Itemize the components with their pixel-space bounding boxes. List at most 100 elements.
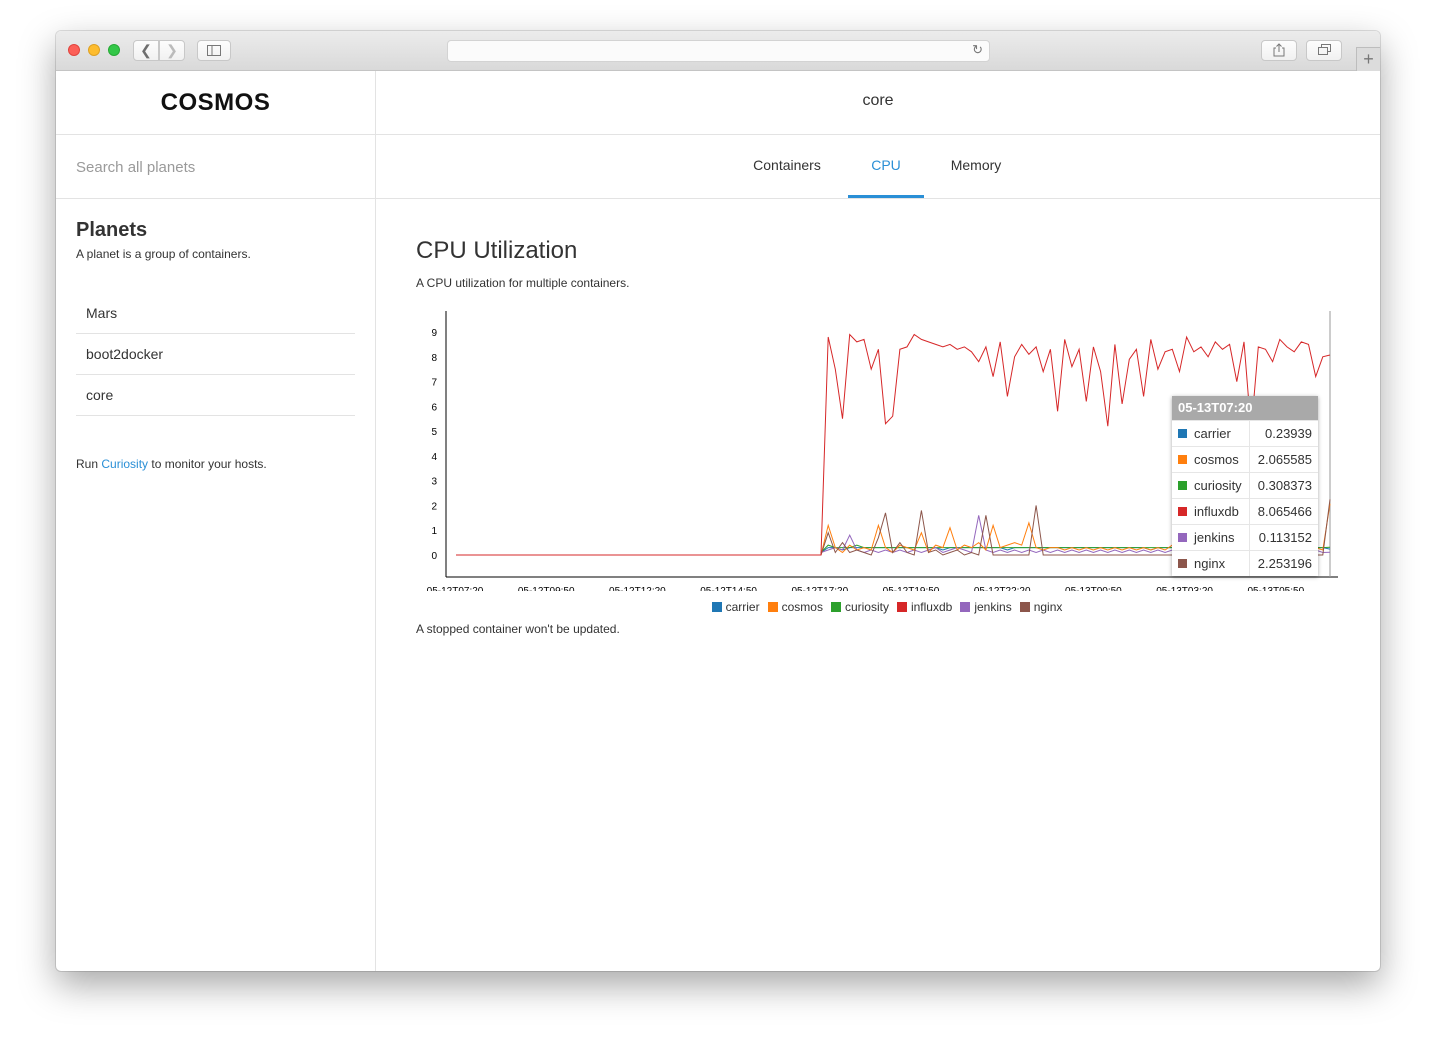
tab-cpu[interactable]: CPU xyxy=(848,135,924,198)
x-tick-label: 05-12T07:20 xyxy=(427,586,484,591)
x-tick-label: 05-12T14:50 xyxy=(700,586,757,591)
y-tick-label: 6 xyxy=(431,402,437,413)
y-tick-label: 7 xyxy=(431,378,437,389)
curiosity-link[interactable]: Curiosity xyxy=(101,457,148,471)
curiosity-note-suffix: to monitor your hosts. xyxy=(148,457,267,471)
page-title: CPU Utilization xyxy=(416,237,578,264)
tooltip-series-value: 0.113152 xyxy=(1258,530,1312,545)
series-swatch xyxy=(1178,507,1187,516)
curiosity-note-prefix: Run xyxy=(76,457,102,471)
series-swatch xyxy=(1178,455,1187,464)
x-tick-label: 05-12T19:50 xyxy=(883,586,940,591)
tab-memory[interactable]: Memory xyxy=(936,135,1016,198)
tooltip-title: 05-13T07:20 xyxy=(1172,396,1318,420)
legend-swatch xyxy=(830,602,841,612)
legend-label: carrier xyxy=(725,600,760,614)
y-tick-label: 1 xyxy=(431,526,437,537)
legend-swatch xyxy=(1019,602,1030,612)
sidebar-toggle-icon[interactable] xyxy=(197,40,231,61)
y-tick-label: 3 xyxy=(431,477,437,488)
share-icon[interactable] xyxy=(1261,40,1297,61)
sidebar: COSMOS Planets A planet is a group of co… xyxy=(56,71,376,971)
close-window-button[interactable] xyxy=(68,44,80,56)
legend-label: curiosity xyxy=(844,600,889,614)
x-tick-label: 05-13T05:50 xyxy=(1247,586,1304,591)
x-tick-label: 05-13T03:20 xyxy=(1156,586,1213,591)
current-planet-title: core xyxy=(376,71,1380,135)
minimize-window-button[interactable] xyxy=(88,44,100,56)
y-tick-label: 5 xyxy=(431,427,437,438)
stopped-container-note: A stopped container won't be updated. xyxy=(416,622,620,636)
tooltip-row: cosmos 2.065585 xyxy=(1172,446,1318,472)
y-tick-label: 9 xyxy=(431,328,437,339)
tooltip-series-name: carrier xyxy=(1194,426,1231,441)
legend-item-curiosity[interactable]: curiosity xyxy=(830,600,889,614)
x-tick-label: 05-12T22:20 xyxy=(974,586,1031,591)
back-icon[interactable]: ❮ xyxy=(133,40,159,61)
planet-item-mars[interactable]: Mars xyxy=(76,293,355,334)
y-tick-label: 0 xyxy=(431,551,437,562)
legend-swatch xyxy=(960,602,971,612)
reload-icon[interactable]: ↻ xyxy=(972,42,983,58)
x-tick-label: 05-12T12:20 xyxy=(609,586,666,591)
legend-swatch xyxy=(896,602,907,612)
tab-containers[interactable]: Containers xyxy=(742,135,832,198)
planet-item-core[interactable]: core xyxy=(76,375,355,416)
series-swatch xyxy=(1178,481,1187,490)
y-tick-label: 2 xyxy=(431,501,437,512)
planets-description: A planet is a group of containers. xyxy=(76,247,251,261)
tooltip-row: influxdb 8.065466 xyxy=(1172,498,1318,524)
legend-label: jenkins xyxy=(974,600,1012,614)
zoom-window-button[interactable] xyxy=(108,44,120,56)
tooltip-series-name: nginx xyxy=(1194,556,1226,571)
tooltip-series-name: cosmos xyxy=(1194,452,1239,467)
tab-bar: Containers CPU Memory xyxy=(376,135,1380,199)
tooltip-series-value: 8.065466 xyxy=(1257,504,1312,519)
tooltip-series-value: 0.23939 xyxy=(1265,426,1312,441)
page-description: A CPU utilization for multiple container… xyxy=(416,276,630,290)
y-tick-label: 4 xyxy=(431,452,437,463)
tooltip-series-name: influxdb xyxy=(1194,504,1239,519)
legend-swatch xyxy=(711,602,722,612)
legend-item-influxdb[interactable]: influxdb xyxy=(896,600,953,614)
browser-window: ❮ ❯ ↻ + COSMOS Planets A planet is a gro… xyxy=(56,31,1380,971)
forward-icon[interactable]: ❯ xyxy=(159,40,185,61)
tabs-overview-icon[interactable] xyxy=(1306,40,1342,61)
address-bar[interactable]: ↻ xyxy=(447,40,990,62)
planet-item-boot2docker[interactable]: boot2docker xyxy=(76,334,355,375)
tooltip-row: jenkins 0.113152 xyxy=(1172,524,1318,550)
legend-item-jenkins[interactable]: jenkins xyxy=(960,600,1012,614)
legend-swatch xyxy=(767,602,778,612)
tooltip-series-value: 0.308373 xyxy=(1257,478,1312,493)
legend-label: nginx xyxy=(1033,600,1063,614)
app-content: COSMOS Planets A planet is a group of co… xyxy=(56,71,1380,971)
tooltip-series-name: curiosity xyxy=(1194,478,1242,493)
legend-item-cosmos[interactable]: cosmos xyxy=(767,600,823,614)
y-tick-label: 8 xyxy=(431,353,437,364)
x-tick-label: 05-12T17:20 xyxy=(791,586,848,591)
planets-heading: Planets xyxy=(76,219,148,241)
series-swatch xyxy=(1178,429,1187,438)
planet-list: Mars boot2docker core xyxy=(76,293,355,416)
tooltip-row: curiosity 0.308373 xyxy=(1172,472,1318,498)
legend-item-nginx[interactable]: nginx xyxy=(1019,600,1063,614)
chart-tooltip: 05-13T07:20 carrier 0.23939 cosmos 2.06558… xyxy=(1172,396,1318,576)
x-tick-label: 05-12T09:50 xyxy=(518,586,575,591)
new-tab-icon[interactable]: + xyxy=(1356,47,1380,71)
tooltip-row: nginx 2.253196 xyxy=(1172,550,1318,576)
legend-label: influxdb xyxy=(910,600,953,614)
legend-label: cosmos xyxy=(781,600,823,614)
tooltip-row: carrier 0.23939 xyxy=(1172,420,1318,446)
search-input[interactable] xyxy=(76,154,346,180)
series-swatch xyxy=(1178,533,1187,542)
tooltip-series-name: jenkins xyxy=(1194,530,1235,545)
legend-item-carrier[interactable]: carrier xyxy=(711,600,760,614)
series-swatch xyxy=(1178,559,1187,568)
x-tick-label: 05-13T00:50 xyxy=(1065,586,1122,591)
app-logo[interactable]: COSMOS xyxy=(56,71,375,135)
chart-legend: carrier cosmos curiosity influxdb jenkins ngi… xyxy=(376,600,1380,614)
tooltip-series-value: 2.065585 xyxy=(1257,452,1312,467)
search-box xyxy=(56,135,375,199)
curiosity-note: Run Curiosity to monitor your hosts. xyxy=(76,457,267,471)
browser-toolbar: ❮ ❯ ↻ + xyxy=(56,31,1380,71)
